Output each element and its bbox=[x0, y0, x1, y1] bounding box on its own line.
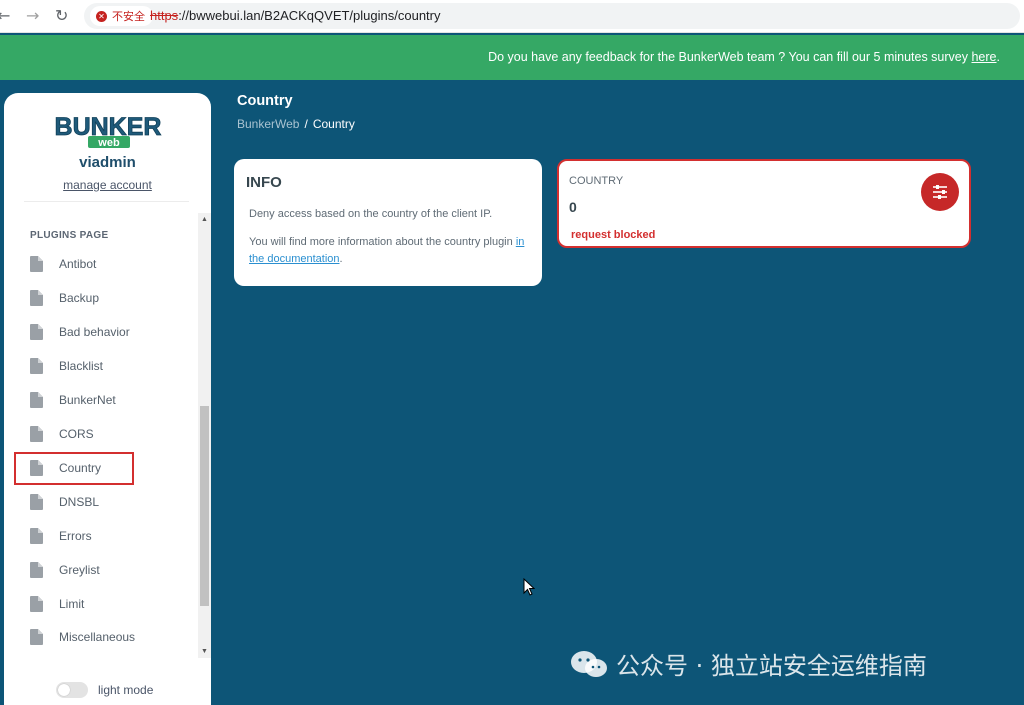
info-card: INFO Deny access based on the country of… bbox=[234, 159, 542, 286]
breadcrumb-separator: / bbox=[304, 117, 308, 131]
warning-icon: ✕ bbox=[96, 10, 107, 22]
file-icon bbox=[30, 324, 43, 340]
sidebar-item-miscellaneous[interactable]: Miscellaneous bbox=[24, 623, 184, 651]
light-mode-label: light mode bbox=[98, 683, 154, 697]
sidebar: BUNKER web viadmin manage account PLUGIN… bbox=[4, 93, 211, 705]
feedback-banner: Do you have any feedback for the BunkerW… bbox=[0, 35, 1024, 80]
file-icon bbox=[30, 358, 43, 374]
banner-end: . bbox=[996, 50, 1000, 64]
sidebar-item-bad-behavior[interactable]: Bad behavior bbox=[24, 318, 184, 346]
sliders-icon bbox=[921, 173, 959, 211]
sidebar-item-label: Blacklist bbox=[59, 359, 104, 373]
mouse-cursor-icon bbox=[523, 578, 535, 596]
light-mode-toggle[interactable] bbox=[56, 682, 88, 698]
divider bbox=[24, 201, 189, 202]
stat-note: request blocked bbox=[571, 229, 656, 241]
url-path: ://bwwebui.lan/B2ACKqQVET/plugins/countr… bbox=[178, 8, 441, 23]
forward-arrow-icon[interactable]: → bbox=[26, 6, 39, 25]
url-text[interactable]: https://bwwebui.lan/B2ACKqQVET/plugins/c… bbox=[150, 8, 441, 23]
sidebar-item-bunkernet[interactable]: BunkerNet bbox=[24, 386, 184, 414]
sidebar-item-label: Bad behavior bbox=[59, 325, 130, 339]
sliders-glyph bbox=[933, 185, 947, 199]
address-bar[interactable]: ✕ 不安全 https://bwwebui.lan/B2ACKqQVET/plu… bbox=[84, 3, 1020, 29]
sidebar-item-backup[interactable]: Backup bbox=[24, 284, 184, 312]
sidebar-item-label: BunkerNet bbox=[59, 393, 116, 407]
info-description: Deny access based on the country of the … bbox=[249, 208, 493, 220]
info-more-text: You will find more information about the… bbox=[249, 236, 516, 248]
stat-label: COUNTRY bbox=[569, 175, 624, 187]
page-title: Country bbox=[237, 93, 293, 109]
country-stat-card: COUNTRY 0 request blocked bbox=[557, 159, 971, 248]
sidebar-item-errors[interactable]: Errors bbox=[24, 522, 184, 550]
sidebar-item-label: Miscellaneous bbox=[59, 630, 136, 644]
info-title: INFO bbox=[246, 174, 282, 191]
file-icon bbox=[30, 256, 43, 272]
sidebar-scrollbar[interactable]: ▲ ▼ bbox=[198, 213, 211, 658]
sidebar-item-dnsbl[interactable]: DNSBL bbox=[24, 488, 184, 516]
banner-message: Do you have any feedback for the BunkerW… bbox=[488, 50, 972, 64]
watermark-text: 公众号 · 独立站安全运维指南 bbox=[616, 652, 927, 680]
sidebar-item-label: Greylist bbox=[59, 563, 100, 577]
browser-toolbar: ← → ↻ ✕ 不安全 https://bwwebui.lan/B2ACKqQV… bbox=[0, 0, 1024, 33]
file-icon bbox=[30, 494, 43, 510]
sidebar-item-label: DNSBL bbox=[59, 495, 100, 509]
sidebar-item-label: Errors bbox=[59, 529, 92, 543]
back-arrow-icon[interactable]: ← bbox=[0, 6, 10, 25]
url-scheme: https bbox=[150, 8, 179, 23]
breadcrumb: BunkerWeb / Country bbox=[237, 117, 355, 131]
file-icon bbox=[30, 528, 43, 544]
sidebar-item-label: Limit bbox=[59, 597, 85, 611]
sidebar-item-greylist[interactable]: Greylist bbox=[24, 556, 184, 584]
scroll-up-icon[interactable]: ▲ bbox=[201, 216, 208, 223]
username: viadmin bbox=[79, 154, 136, 171]
manage-account-link[interactable]: manage account bbox=[4, 178, 211, 192]
sidebar-item-label: Backup bbox=[59, 291, 100, 305]
scroll-down-icon[interactable]: ▼ bbox=[201, 648, 208, 655]
info-more: You will find more information about the… bbox=[249, 234, 534, 268]
survey-link[interactable]: here bbox=[971, 50, 996, 64]
sidebar-item-label: CORS bbox=[59, 427, 94, 441]
banner-text: Do you have any feedback for the BunkerW… bbox=[488, 50, 1000, 64]
insecure-label: 不安全 bbox=[112, 10, 145, 23]
file-icon bbox=[30, 392, 43, 408]
active-item-highlight bbox=[14, 452, 134, 485]
sidebar-item-cors[interactable]: CORS bbox=[24, 420, 184, 448]
logo-subtext: web bbox=[97, 137, 120, 149]
sidebar-item-antibot[interactable]: Antibot bbox=[24, 250, 184, 278]
sidebar-item-blacklist[interactable]: Blacklist bbox=[24, 352, 184, 380]
info-more-end: . bbox=[339, 253, 343, 265]
file-icon bbox=[30, 426, 43, 442]
file-icon bbox=[30, 629, 43, 645]
file-icon bbox=[30, 562, 43, 578]
bunkerweb-logo[interactable]: BUNKER web bbox=[48, 111, 168, 149]
breadcrumb-root[interactable]: BunkerWeb bbox=[237, 117, 299, 131]
section-title: PLUGINS PAGE bbox=[30, 230, 109, 241]
toggle-knob bbox=[58, 684, 70, 696]
file-icon bbox=[30, 596, 43, 612]
scroll-thumb[interactable] bbox=[200, 406, 209, 606]
insecure-badge[interactable]: ✕ 不安全 bbox=[90, 6, 153, 26]
file-icon bbox=[30, 290, 43, 306]
sidebar-item-limit[interactable]: Limit bbox=[24, 590, 184, 618]
watermark: 公众号 · 独立站安全运维指南 bbox=[570, 646, 927, 681]
reload-icon[interactable]: ↻ bbox=[55, 6, 68, 25]
stat-value: 0 bbox=[569, 199, 577, 215]
sidebar-item-label: Antibot bbox=[59, 257, 97, 271]
wechat-icon bbox=[571, 650, 607, 677]
breadcrumb-current: Country bbox=[312, 117, 355, 131]
